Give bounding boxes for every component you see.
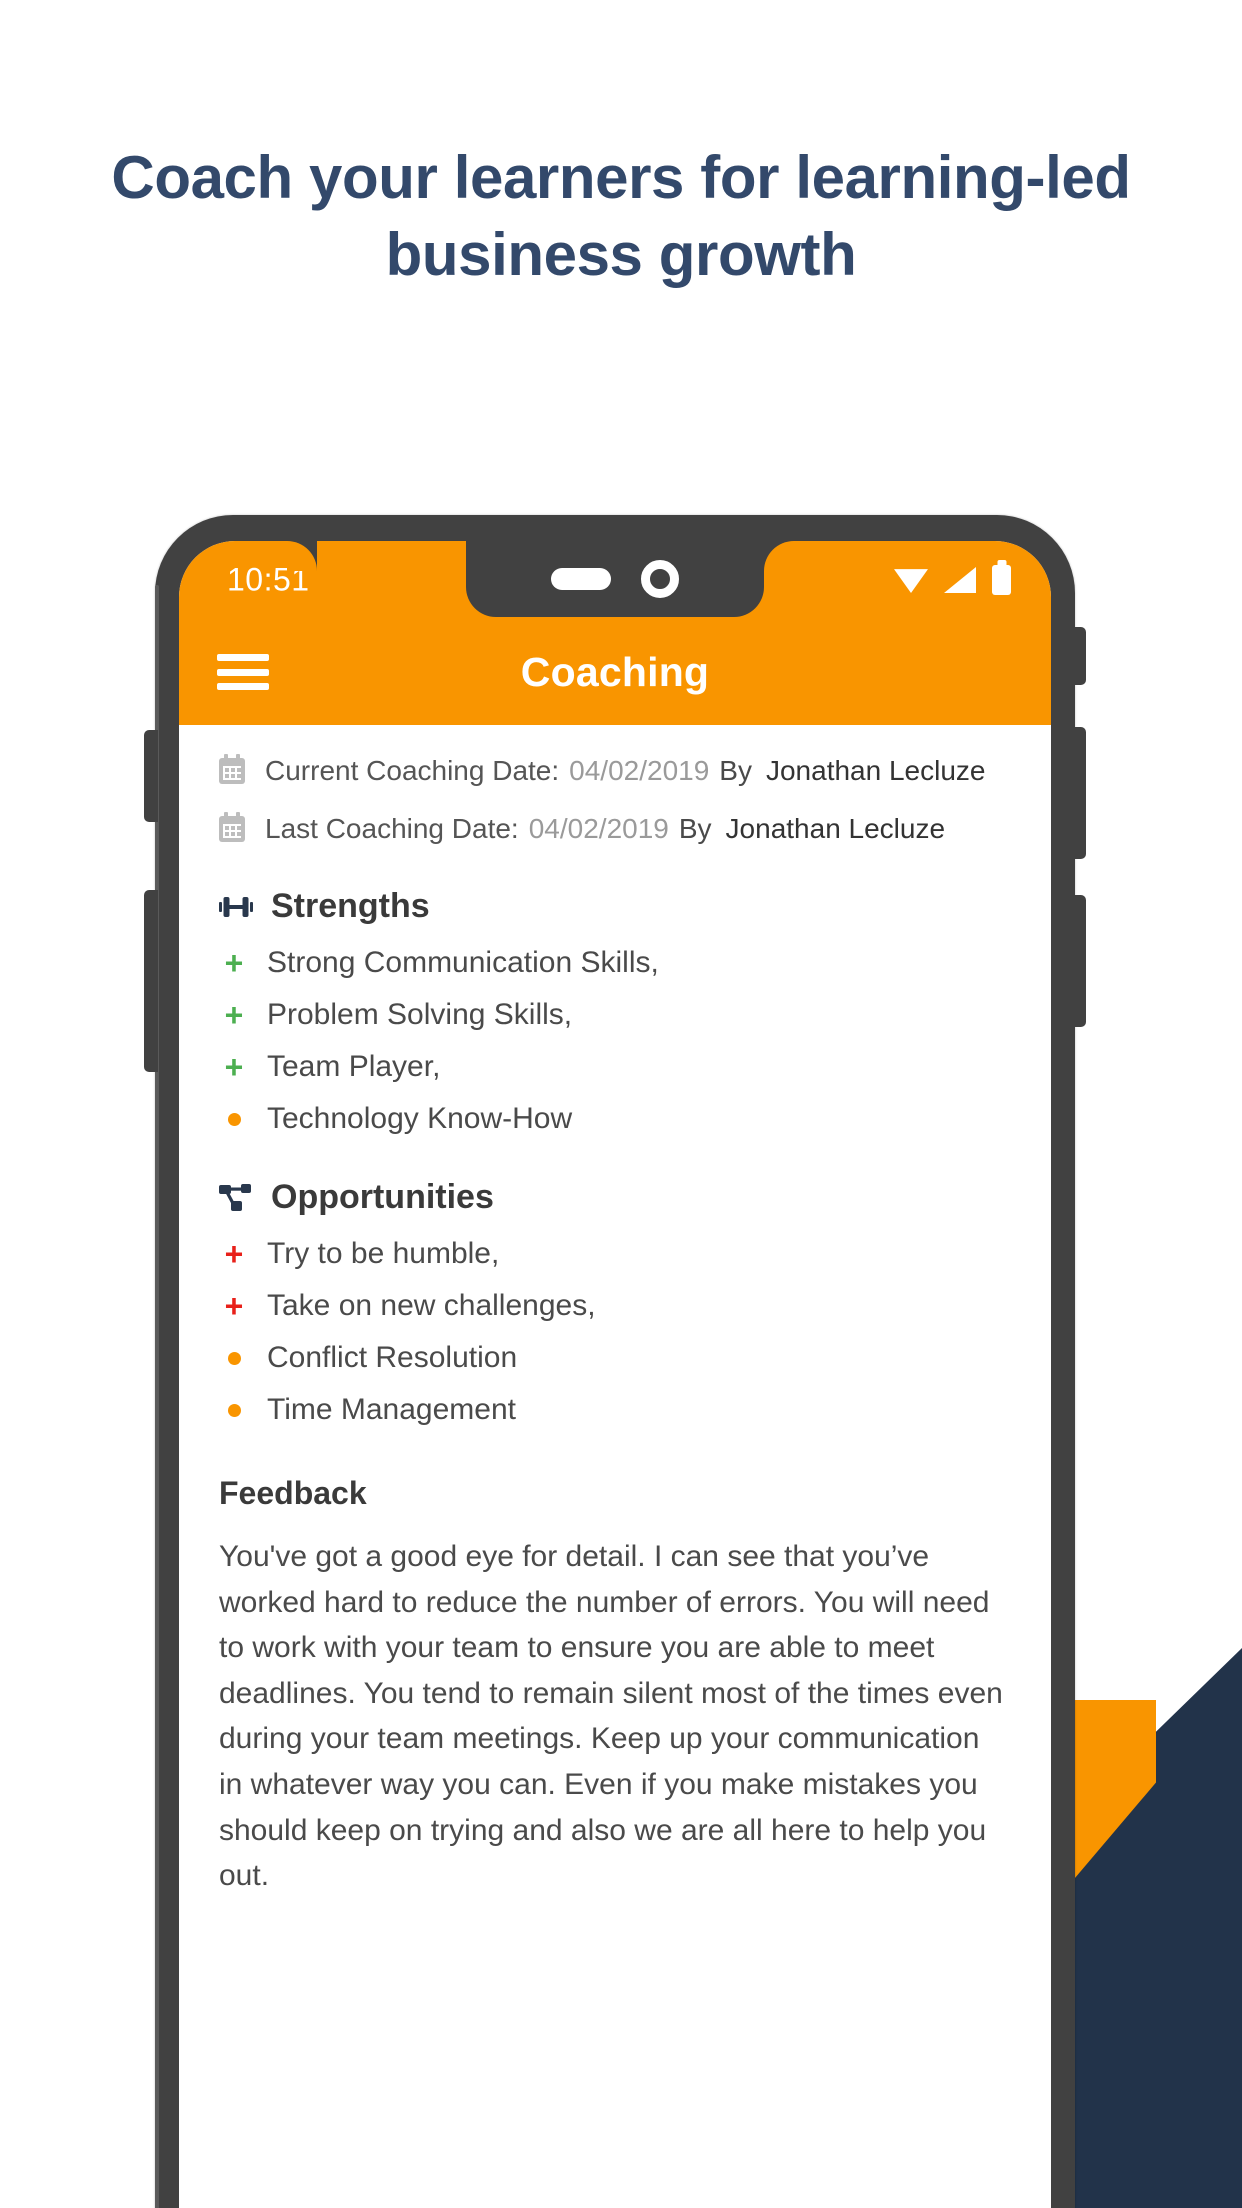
list-item-label: Strong Communication Skills, (267, 946, 659, 979)
dumbbell-icon (219, 890, 253, 924)
list-item: + Team Player, (219, 1050, 1011, 1084)
phone-button-left-upper[interactable] (144, 730, 158, 822)
strengths-list: + Strong Communication Skills, + Problem… (219, 946, 1011, 1136)
last-coaching-date-row: Last Coaching Date: 04/02/2019 By Jonath… (219, 812, 1011, 845)
last-coaching-date-value: 04/02/2019 (528, 813, 669, 844)
list-item-label: Take on new challenges, (267, 1289, 596, 1322)
list-item-label: Time Management (267, 1393, 516, 1426)
phone-volume-up-button[interactable] (1072, 727, 1086, 859)
opportunities-section-header: Opportunities (219, 1178, 1011, 1217)
promo-screenshot-page: Coach your learners for learning-led bus… (0, 0, 1242, 2208)
strengths-section-header: Strengths (219, 887, 1011, 926)
app-bar-title: Coaching (520, 648, 710, 695)
last-coaching-by-label: By (678, 813, 712, 844)
phone-power-button[interactable] (1072, 895, 1086, 1027)
current-coaching-coach-name: Jonathan Lecluze (765, 755, 986, 786)
dot-marker-icon (219, 1404, 249, 1417)
phone-button-left-lower[interactable] (144, 890, 158, 1072)
earpiece-speaker-icon (551, 568, 611, 590)
app-bar: Coaching (179, 619, 1051, 725)
current-coaching-date-label: Current Coaching Date: (265, 755, 560, 786)
front-camera-icon (641, 560, 679, 598)
sitemap-icon (219, 1181, 253, 1215)
list-item-label: Try to be humble, (267, 1237, 500, 1270)
status-icons (894, 565, 1011, 595)
dot-marker-icon (219, 1352, 249, 1365)
opportunities-title: Opportunities (271, 1178, 494, 1216)
list-item: + Take on new challenges, (219, 1289, 1011, 1323)
phone-mockup: 10:51 Coaching Current Coaching Date: 04… (144, 515, 1086, 2208)
list-item: + Try to be humble, (219, 1237, 1011, 1271)
dot-marker-icon (219, 1113, 249, 1126)
hamburger-menu-icon[interactable] (217, 654, 269, 690)
current-coaching-date-row: Current Coaching Date: 04/02/2019 By Jon… (219, 754, 1011, 787)
list-item-label: Problem Solving Skills, (267, 998, 573, 1031)
strengths-title: Strengths (271, 887, 430, 925)
phone-left-rim (155, 585, 159, 2208)
phone-screen: 10:51 Coaching Current Coaching Date: 04… (179, 541, 1051, 2208)
current-coaching-date-value: 04/02/2019 (569, 755, 710, 786)
list-item: Time Management (219, 1393, 1011, 1427)
list-item-label: Technology Know-How (267, 1102, 573, 1135)
battery-icon (992, 565, 1011, 595)
notch-fillet-right (764, 541, 794, 571)
page-title: Coach your learners for learning-led bus… (111, 144, 1131, 288)
plus-marker-icon: + (224, 1288, 244, 1324)
phone-notch (466, 541, 764, 617)
cell-signal-icon (944, 567, 976, 593)
opportunities-list: + Try to be humble, + Take on new challe… (219, 1237, 1011, 1427)
last-coaching-date-label: Last Coaching Date: (265, 813, 519, 844)
phone-button-right-upper[interactable] (1072, 627, 1086, 685)
list-item: Technology Know-How (219, 1102, 1011, 1136)
list-item-label: Team Player, (267, 1050, 441, 1083)
list-item: + Problem Solving Skills, (219, 998, 1011, 1032)
feedback-body: You've got a good eye for detail. I can … (219, 1540, 1003, 1893)
calendar-icon (219, 812, 245, 842)
list-item-label: Conflict Resolution (267, 1341, 518, 1374)
calendar-icon (219, 754, 245, 784)
plus-marker-icon: + (224, 1236, 244, 1272)
screen-content: Current Coaching Date: 04/02/2019 By Jon… (179, 725, 1051, 1899)
current-coaching-by-label: By (719, 755, 752, 786)
last-coaching-coach-name: Jonathan Lecluze (725, 813, 946, 844)
wifi-icon (894, 569, 928, 593)
status-bar: 10:51 (179, 541, 1051, 619)
plus-marker-icon: + (224, 1049, 244, 1085)
plus-marker-icon: + (224, 997, 244, 1033)
plus-marker-icon: + (224, 945, 244, 981)
list-item: Conflict Resolution (219, 1341, 1011, 1375)
feedback-title: Feedback (219, 1475, 367, 1511)
notch-fillet-left (287, 541, 317, 571)
list-item: + Strong Communication Skills, (219, 946, 1011, 980)
